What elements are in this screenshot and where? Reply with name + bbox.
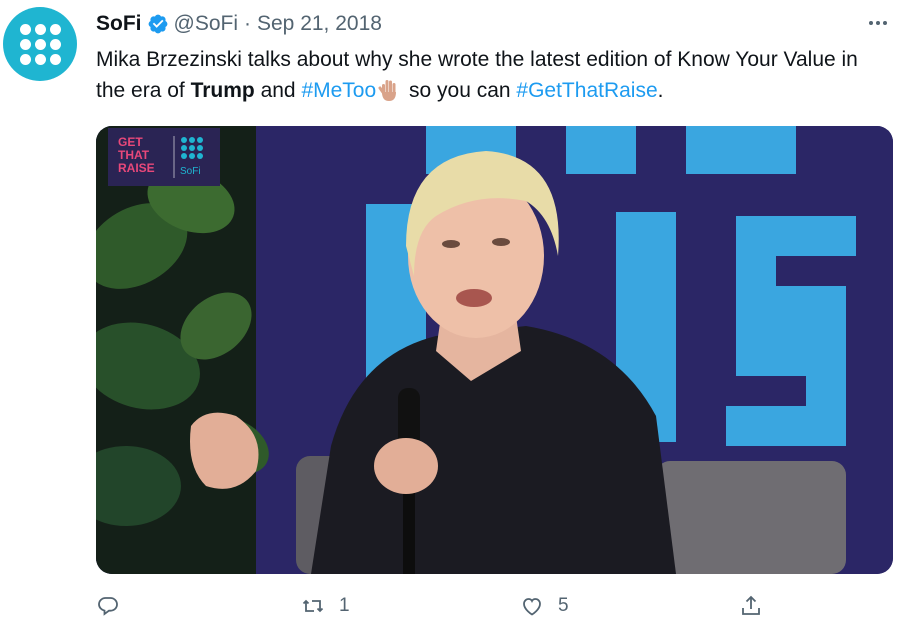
tweet-media-video[interactable]: GET THAT RAISE SoFi — [96, 126, 893, 574]
tweet-text-part: so you can — [403, 79, 517, 102]
tweet-header: SoFi @SoFi · Sep 21, 2018 — [96, 10, 901, 38]
author-name[interactable]: SoFi — [96, 12, 142, 36]
like-count: 5 — [558, 595, 569, 616]
retweet-count: 1 — [339, 595, 350, 616]
like-icon — [523, 598, 541, 616]
author-handle[interactable]: @SoFi — [174, 12, 239, 36]
share-button[interactable] — [739, 594, 777, 618]
raised-hand-emoji — [378, 80, 397, 101]
logo-line2: THAT — [118, 148, 150, 162]
logo-brand: SoFi — [180, 166, 201, 177]
retweet-icon — [302, 599, 324, 613]
share-icon — [742, 595, 760, 615]
logo-line3: RAISE — [118, 161, 155, 175]
tweet-text: Mika Brzezinski talks about why she wrot… — [96, 44, 886, 106]
tweet-text-bold: Trump — [190, 79, 255, 102]
retweet-button[interactable]: 1 — [301, 594, 350, 618]
hashtag-metoo[interactable]: #MeToo — [301, 79, 376, 102]
like-button[interactable]: 5 — [520, 594, 569, 618]
logo-line1: GET — [118, 135, 143, 149]
header-separator: · — [244, 12, 251, 35]
tweet-card[interactable]: SoFi @SoFi · Sep 21, 2018 Mika Brzezinsk… — [0, 0, 901, 621]
tweet-text-part: . — [657, 79, 664, 102]
author-avatar[interactable] — [3, 7, 77, 81]
chair — [656, 461, 846, 574]
tweet-date[interactable]: Sep 21, 2018 — [257, 12, 382, 36]
verified-badge-icon — [148, 14, 167, 34]
tweet-actions: 1 5 — [96, 594, 796, 621]
avatar-logo — [19, 23, 61, 65]
reply-icon — [98, 597, 118, 616]
video-frame: GET THAT RAISE SoFi — [96, 126, 893, 574]
hashtag-getthatraise[interactable]: #GetThatRaise — [516, 79, 657, 102]
reply-button[interactable] — [96, 594, 134, 618]
tweet-text-part: and — [254, 79, 302, 102]
more-options-icon[interactable] — [863, 10, 893, 36]
